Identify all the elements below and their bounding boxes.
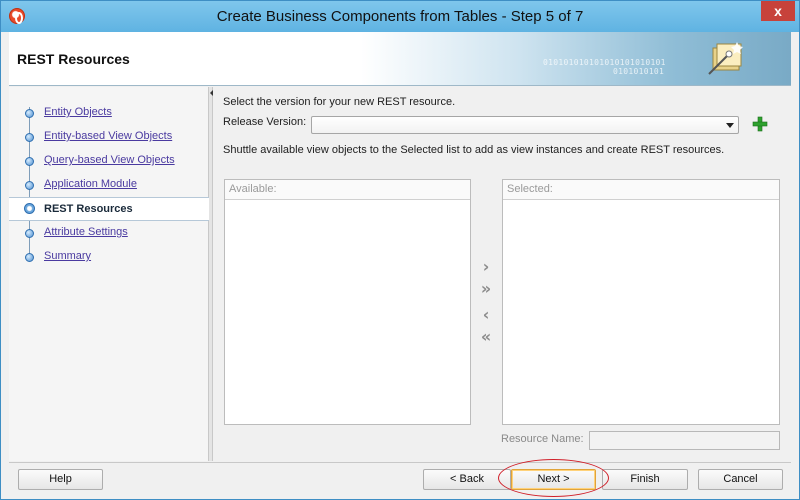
step-dot-icon: [25, 133, 34, 142]
plus-icon[interactable]: [751, 115, 769, 133]
window-title: Create Business Components from Tables -…: [216, 8, 584, 25]
chevron-down-icon: [726, 123, 734, 128]
dialog-window: Create Business Components from Tables -…: [0, 0, 800, 500]
next-button-highlight-annotation: [498, 459, 609, 497]
resource-name-label: Resource Name:: [501, 433, 584, 445]
nav-item-query-based-view-objects[interactable]: Query-based View Objects: [9, 150, 209, 172]
selected-list[interactable]: Selected:: [502, 179, 780, 425]
panel-splitter[interactable]: [209, 87, 213, 461]
nav-item-attribute-settings[interactable]: Attribute Settings: [9, 222, 209, 244]
selected-list-header: Selected:: [503, 180, 779, 200]
wizard-steps-nav: Entity Objects Entity-based View Objects…: [9, 87, 209, 461]
nav-item-label[interactable]: Summary: [44, 250, 91, 262]
step-dot-icon: [25, 157, 34, 166]
step-dot-icon: [25, 109, 34, 118]
cancel-button[interactable]: Cancel: [698, 469, 783, 490]
current-step-icon: [24, 203, 35, 214]
binary-line-1: 010101010101010101010101: [543, 58, 666, 67]
nav-item-label[interactable]: Entity-based View Objects: [44, 130, 172, 142]
available-list[interactable]: Available:: [224, 179, 471, 425]
main-panel: Select the version for your new REST res…: [215, 87, 791, 461]
resource-name-field[interactable]: [589, 431, 780, 450]
nav-item-label[interactable]: Attribute Settings: [44, 226, 128, 238]
move-all-right-button[interactable]: »: [477, 280, 495, 298]
help-button[interactable]: Help: [18, 469, 103, 490]
nav-item-label[interactable]: Entity Objects: [44, 106, 112, 118]
release-version-select[interactable]: [311, 116, 739, 134]
collapse-arrow-icon[interactable]: [210, 90, 213, 96]
finish-button[interactable]: Finish: [602, 469, 688, 490]
nav-item-label[interactable]: Query-based View Objects: [44, 154, 175, 166]
step-dot-icon: [25, 181, 34, 190]
nav-item-application-module[interactable]: Application Module: [9, 174, 209, 196]
intro-text: Select the version for your new REST res…: [223, 96, 456, 108]
move-all-left-button[interactable]: «: [477, 328, 495, 346]
folder-wizard-icon: [708, 42, 743, 75]
step-dot-icon: [25, 229, 34, 238]
close-button[interactable]: x: [761, 1, 795, 21]
nav-item-label[interactable]: Application Module: [44, 178, 137, 190]
step-title: REST Resources: [17, 51, 130, 67]
binary-line-2: 0101010101: [613, 67, 665, 76]
nav-item-entity-objects[interactable]: Entity Objects: [9, 102, 209, 124]
shuttle-instructions: Shuttle available view objects to the Se…: [223, 144, 725, 156]
step-dot-icon: [25, 253, 34, 262]
move-right-button[interactable]: ›: [477, 258, 495, 276]
nav-item-rest-resources[interactable]: REST Resources: [9, 197, 209, 221]
release-version-label: Release Version:: [223, 116, 307, 128]
move-left-button[interactable]: ‹: [477, 306, 495, 324]
nav-item-summary[interactable]: Summary: [9, 246, 209, 268]
nav-item-entity-based-view-objects[interactable]: Entity-based View Objects: [9, 126, 209, 148]
button-bar: Help < Back Next > Finish Cancel: [9, 462, 791, 494]
title-bar: Create Business Components from Tables -…: [1, 1, 799, 32]
available-list-header: Available:: [225, 180, 470, 200]
step-header: REST Resources 010101010101010101010101 …: [9, 32, 791, 86]
binary-decoration: 010101010101010101010101 0101010101: [543, 58, 666, 76]
nav-item-label: REST Resources: [44, 203, 133, 215]
